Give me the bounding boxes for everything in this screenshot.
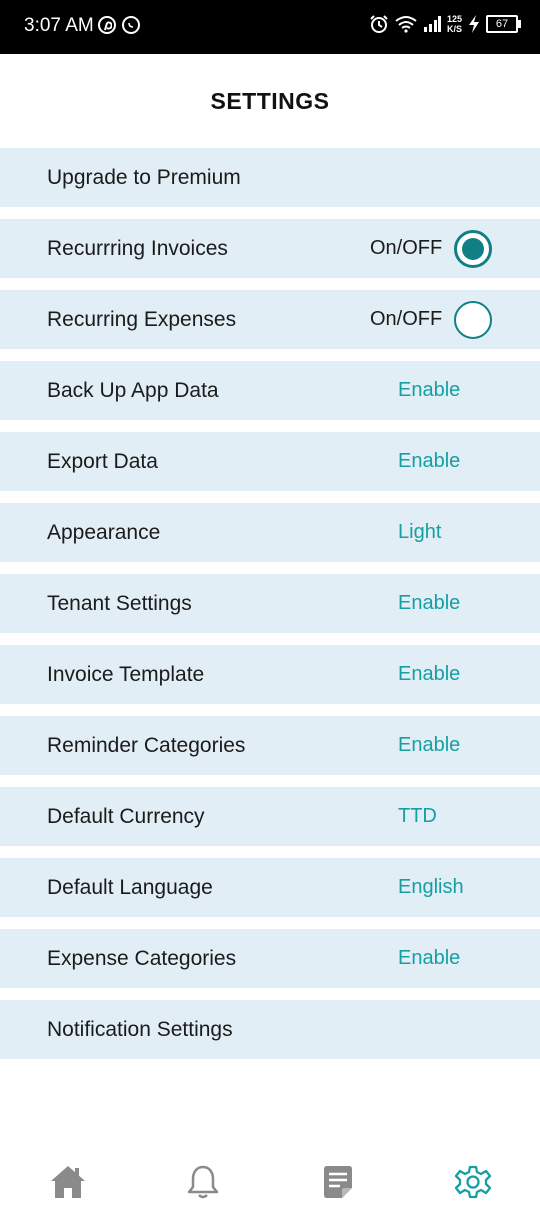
page-title: SETTINGS: [210, 88, 330, 114]
setting-label: Invoice Template: [47, 663, 205, 686]
setting-value[interactable]: Enable: [398, 574, 460, 633]
setting-value[interactable]: Enable: [398, 645, 460, 704]
setting-label: Appearance: [47, 521, 161, 544]
setting-value[interactable]: TTD: [398, 787, 437, 846]
setting-backup-app-data[interactable]: Back Up App Data Enable: [0, 361, 540, 420]
status-notification-icons: [98, 16, 140, 34]
nav-home[interactable]: [48, 1162, 88, 1202]
setting-label: Export Data: [47, 450, 158, 473]
status-bar: 3:07 AM 125 K/S 67: [0, 0, 540, 54]
recurring-invoices-toggle[interactable]: [454, 230, 492, 268]
setting-label: Back Up App Data: [47, 379, 219, 402]
gear-icon: [454, 1165, 492, 1199]
setting-tenant-settings[interactable]: Tenant Settings Enable: [0, 574, 540, 633]
setting-value[interactable]: Enable: [398, 432, 460, 491]
setting-notification-settings[interactable]: Notification Settings: [0, 1000, 540, 1059]
network-speed-unit: K/S: [446, 24, 462, 34]
setting-label: Default Currency: [47, 805, 205, 828]
setting-reminder-categories[interactable]: Reminder Categories Enable: [0, 716, 540, 775]
status-time: 3:07 AM: [24, 15, 94, 36]
setting-label: Expense Categories: [47, 947, 237, 970]
setting-value[interactable]: Light: [398, 503, 441, 562]
setting-expense-categories[interactable]: Expense Categories Enable: [0, 929, 540, 988]
setting-value[interactable]: Enable: [398, 716, 460, 775]
recurring-expenses-toggle[interactable]: [454, 301, 492, 339]
network-speed-value: 125: [446, 14, 462, 24]
home-icon: [51, 1166, 85, 1198]
notes-icon: [324, 1166, 352, 1198]
whatsapp-icon: [122, 16, 140, 34]
bell-icon: [187, 1165, 219, 1199]
wifi-icon: [395, 16, 417, 33]
signal-icon: [423, 16, 441, 32]
setting-default-currency[interactable]: Default Currency TTD: [0, 787, 540, 846]
network-speed: 125 K/S: [447, 14, 462, 34]
setting-recurring-expenses[interactable]: Recurring Expenses On/OFF: [0, 290, 540, 349]
setting-label: Tenant Settings: [47, 592, 192, 615]
setting-value[interactable]: English: [398, 858, 464, 917]
battery-icon: 67: [486, 15, 521, 33]
nav-notes[interactable]: [318, 1162, 358, 1202]
setting-appearance[interactable]: Appearance Light: [0, 503, 540, 562]
bottom-nav: [0, 1140, 540, 1230]
pinterest-icon: [98, 16, 116, 34]
setting-invoice-template[interactable]: Invoice Template Enable: [0, 645, 540, 704]
setting-value[interactable]: Enable: [398, 929, 460, 988]
setting-label: Reminder Categories: [47, 734, 246, 757]
toggle-label: On/OFF: [370, 237, 443, 259]
status-system-icons: 125 K/S 67: [369, 14, 521, 34]
setting-default-language[interactable]: Default Language English: [0, 858, 540, 917]
setting-label: Notification Settings: [47, 1018, 233, 1041]
setting-label: Upgrade to Premium: [47, 166, 241, 189]
settings-list: Upgrade to Premium Recurrring Invoices O…: [0, 148, 540, 1071]
setting-export-data[interactable]: Export Data Enable: [0, 432, 540, 491]
setting-upgrade-premium[interactable]: Upgrade to Premium: [0, 148, 540, 207]
toggle-label: On/OFF: [370, 308, 443, 330]
setting-recurring-invoices[interactable]: Recurrring Invoices On/OFF: [0, 219, 540, 278]
setting-value[interactable]: Enable: [398, 361, 460, 420]
nav-notifications[interactable]: [183, 1162, 223, 1202]
setting-label: Default Language: [47, 876, 213, 899]
setting-label: Recurring Expenses: [47, 308, 237, 331]
charging-icon: [469, 15, 479, 33]
nav-settings[interactable]: [453, 1162, 493, 1202]
setting-label: Recurrring Invoices: [47, 237, 228, 260]
alarm-icon: [370, 15, 388, 33]
